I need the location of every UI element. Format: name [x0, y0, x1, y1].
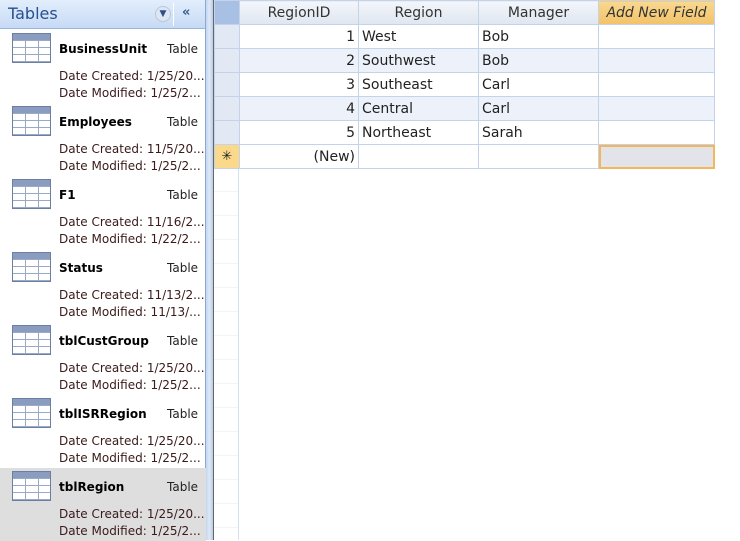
cell-manager-new[interactable]: [478, 144, 599, 169]
cell-new-field[interactable]: [598, 48, 715, 73]
nav-item-tblisrregion[interactable]: tblISRRegion Table Date Created: 1/25/20…: [0, 395, 206, 468]
table-row: 4 Central Carl: [214, 96, 715, 121]
cell-manager[interactable]: Sarah: [478, 120, 599, 145]
cell-regionid[interactable]: 5: [239, 120, 359, 145]
cell-region[interactable]: Central: [358, 96, 479, 121]
new-record-icon[interactable]: ✳: [214, 144, 240, 169]
date-created: Date Created: 11/5/20...: [59, 142, 205, 156]
date-modified: Date Modified: 1/25/2...: [59, 86, 201, 100]
navigation-pane: Tables ▼ « BusinessUnit Table Date Creat…: [0, 0, 206, 541]
cell-region-new[interactable]: [358, 144, 479, 169]
cell-new-field[interactable]: [598, 72, 715, 97]
object-type: Table: [167, 188, 199, 202]
datasheet-table: RegionID Region Manager Add New Field 1 …: [214, 0, 715, 169]
cell-regionid[interactable]: 3: [239, 72, 359, 97]
date-created: Date Created: 11/16/2...: [59, 215, 205, 229]
divider: [173, 3, 174, 26]
table-row: 1 West Bob: [214, 24, 715, 49]
object-type: Table: [167, 261, 199, 275]
nav-item-tblcustgroup[interactable]: tblCustGroup Table Date Created: 1/25/20…: [0, 322, 206, 395]
object-type: Table: [167, 115, 199, 129]
collapse-pane-icon[interactable]: «: [182, 5, 190, 20]
table-name: BusinessUnit: [59, 42, 148, 56]
cell-manager[interactable]: Bob: [478, 24, 599, 49]
object-type: Table: [167, 480, 199, 494]
cell-new-field[interactable]: [598, 96, 715, 121]
select-all-button[interactable]: [214, 0, 240, 25]
column-header-manager[interactable]: Manager: [478, 0, 599, 25]
pane-splitter[interactable]: [206, 0, 213, 540]
object-type: Table: [167, 407, 199, 421]
nav-item-businessunit[interactable]: BusinessUnit Table Date Created: 1/25/20…: [0, 30, 206, 103]
cell-region[interactable]: Southeast: [358, 72, 479, 97]
record-selector[interactable]: [214, 96, 240, 121]
nav-title: Tables: [8, 4, 58, 23]
column-header-regionid[interactable]: RegionID: [239, 0, 359, 25]
date-modified: Date Modified: 11/13/...: [59, 305, 201, 319]
cell-manager[interactable]: Carl: [478, 96, 599, 121]
cell-new-field[interactable]: [598, 120, 715, 145]
cell-regionid-new[interactable]: (New): [239, 144, 359, 169]
table-name: Employees: [59, 115, 132, 129]
nav-item-tblregion[interactable]: tblRegion Table Date Created: 1/25/20...…: [0, 468, 206, 541]
cell-new-field[interactable]: [598, 24, 715, 49]
table-name: tblRegion: [59, 480, 125, 494]
table-name: Status: [59, 261, 103, 275]
record-selector[interactable]: [214, 120, 240, 145]
date-created: Date Created: 1/25/20...: [59, 434, 205, 448]
table-icon: [12, 179, 51, 209]
table-name: tblCustGroup: [59, 334, 149, 348]
chevron-down-icon[interactable]: ▼: [155, 6, 171, 22]
active-cell[interactable]: [598, 144, 715, 169]
cell-regionid[interactable]: 1: [239, 24, 359, 49]
date-created: Date Created: 1/25/20...: [59, 69, 205, 83]
cell-regionid[interactable]: 4: [239, 96, 359, 121]
date-modified: Date Modified: 1/22/2...: [59, 232, 201, 246]
table-icon: [12, 398, 51, 428]
add-new-field-header[interactable]: Add New Field: [598, 0, 715, 25]
datasheet: RegionID Region Manager Add New Field 1 …: [213, 0, 740, 540]
cell-manager[interactable]: Carl: [478, 72, 599, 97]
table-name: tblISRRegion: [59, 407, 147, 421]
object-type: Table: [167, 334, 199, 348]
table-icon: [12, 325, 51, 355]
table-name: F1: [59, 188, 76, 202]
table-icon: [12, 33, 51, 63]
table-icon: [12, 252, 51, 282]
cell-region[interactable]: West: [358, 24, 479, 49]
cell-region[interactable]: Southwest: [358, 48, 479, 73]
table-icon: [12, 106, 51, 136]
table-row: 3 Southeast Carl: [214, 72, 715, 97]
cell-regionid[interactable]: 2: [239, 48, 359, 73]
nav-item-employees[interactable]: Employees Table Date Created: 11/5/20...…: [0, 103, 206, 176]
nav-item-status[interactable]: Status Table Date Created: 11/13/2... Da…: [0, 249, 206, 322]
record-selector[interactable]: [214, 24, 240, 49]
object-type: Table: [167, 42, 199, 56]
cell-region[interactable]: Northeast: [358, 120, 479, 145]
date-created: Date Created: 1/25/20...: [59, 507, 205, 521]
date-modified: Date Modified: 1/25/2...: [59, 159, 201, 173]
new-record-row: ✳ (New): [214, 144, 715, 169]
table-row: 5 Northeast Sarah: [214, 120, 715, 145]
date-modified: Date Modified: 1/25/2...: [59, 378, 201, 392]
record-selector[interactable]: [214, 72, 240, 97]
table-row: 2 Southwest Bob: [214, 48, 715, 73]
nav-item-f1[interactable]: F1 Table Date Created: 11/16/2... Date M…: [0, 176, 206, 249]
date-created: Date Created: 11/13/2...: [59, 288, 205, 302]
date-modified: Date Modified: 1/25/2...: [59, 524, 201, 538]
date-modified: Date Modified: 1/25/2...: [59, 451, 201, 465]
date-created: Date Created: 1/25/20...: [59, 361, 205, 375]
nav-header[interactable]: Tables ▼ «: [0, 0, 205, 29]
column-header-region[interactable]: Region: [358, 0, 479, 25]
record-selector[interactable]: [214, 48, 240, 73]
cell-manager[interactable]: Bob: [478, 48, 599, 73]
table-icon: [12, 471, 51, 501]
